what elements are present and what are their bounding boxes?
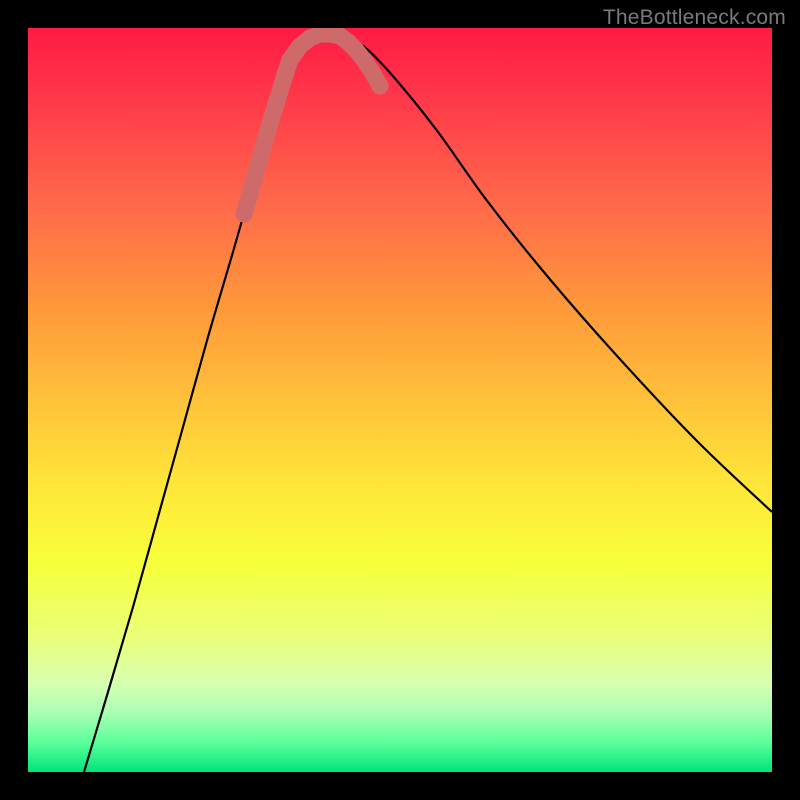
chart-frame: TheBottleneck.com xyxy=(0,0,800,800)
highlight-right-dot xyxy=(372,78,389,95)
watermark-text: TheBottleneck.com xyxy=(603,6,786,30)
plot-area xyxy=(28,28,772,772)
bottleneck-curve xyxy=(84,33,772,772)
highlight-group xyxy=(236,28,389,223)
curve-svg xyxy=(28,28,772,772)
